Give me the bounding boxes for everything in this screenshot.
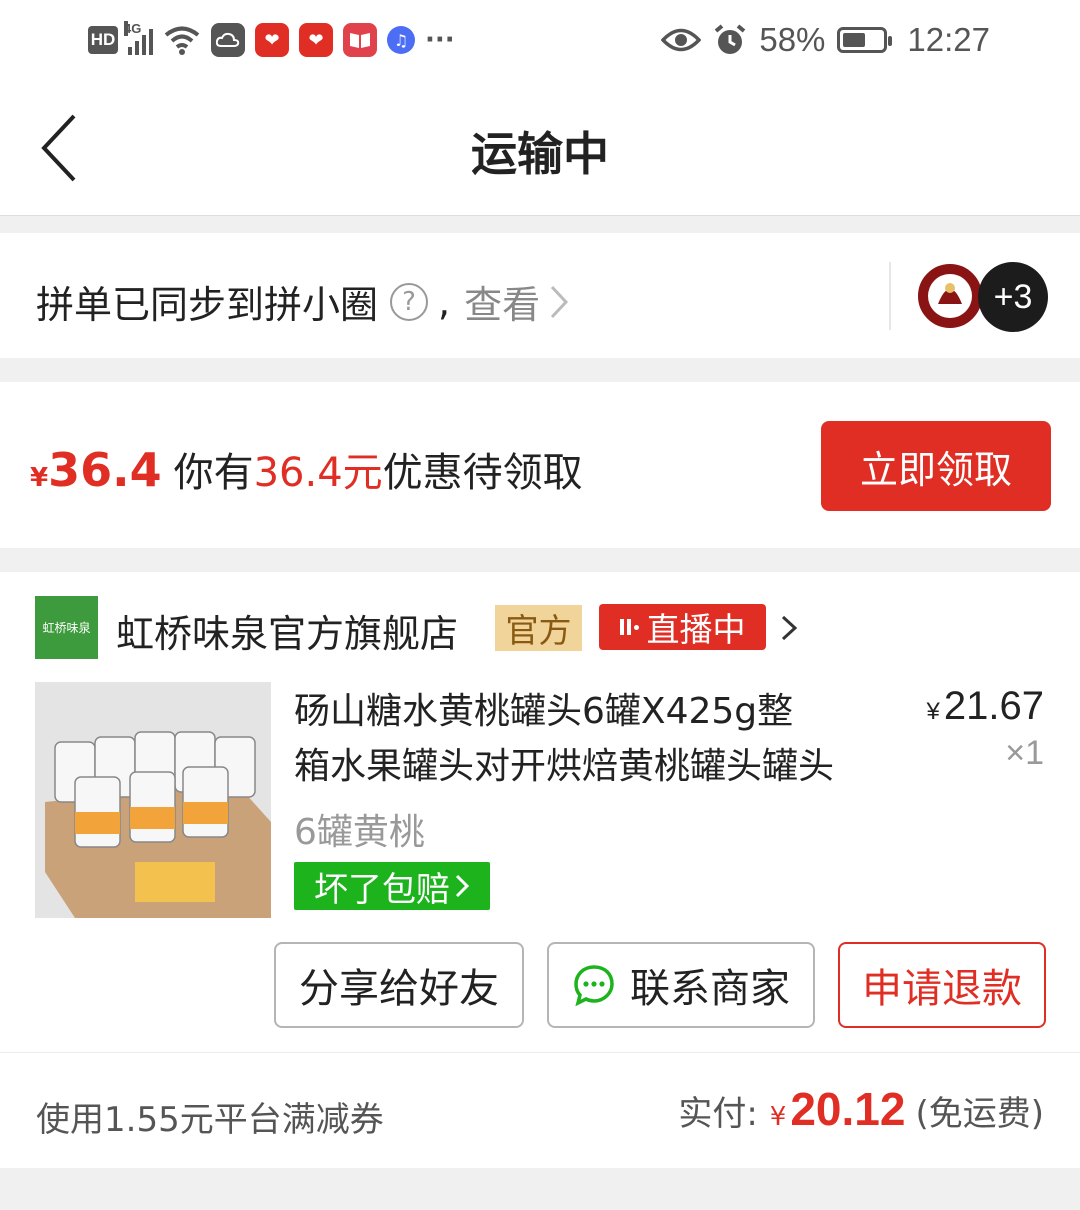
live-icon (619, 619, 639, 635)
battery-percent: 58% (759, 21, 826, 58)
coupon-currency: ¥ (30, 463, 49, 493)
page-title: 运输中 (471, 127, 609, 181)
network-type: 4G (124, 21, 142, 36)
hd-icon: HD (88, 26, 118, 54)
contact-seller-label: 联系商家 (630, 966, 790, 1012)
contact-seller-button[interactable]: 联系商家 (547, 942, 815, 1028)
cloud-icon (211, 23, 245, 57)
price-value: 21.67 (943, 684, 1044, 728)
help-icon[interactable]: ? (390, 282, 429, 321)
product-image[interactable] (35, 682, 271, 918)
shipping-note: (免运费) (915, 1094, 1044, 1134)
paid-value: 20.12 (790, 1083, 906, 1135)
product-quantity: ×1 (1005, 734, 1044, 772)
chevron-right-icon (551, 285, 569, 318)
product-title[interactable]: 砀山糖水黄桃罐头6罐X425g整 箱水果罐头对开烘焙黄桃罐头罐头 (294, 684, 864, 794)
avatar[interactable] (916, 262, 984, 330)
status-bar-right: 58% 12:27 (661, 18, 990, 62)
guarantee-label: 坏了包赔 (314, 869, 450, 910)
live-badge-label: 直播中 (646, 610, 746, 649)
view-link[interactable]: 查看 (464, 274, 540, 329)
cellular-signal-icon: 4G (124, 21, 153, 55)
share-button[interactable]: 分享给好友 (274, 942, 524, 1028)
status-bar-left: HD 4G ❤ ❤ ♫ ··· (88, 20, 455, 60)
official-badge: 官方 (495, 605, 582, 651)
battery-icon (837, 27, 893, 53)
wifi-icon (164, 26, 200, 55)
product-spec: 6罐黄桃 (294, 812, 425, 853)
product-title-line2: 箱水果罐头对开烘焙黄桃罐头罐头 (294, 746, 835, 787)
paid-amount: 实付: ¥ 20.12 (免运费) (678, 1082, 1044, 1136)
clock: 12:27 (907, 21, 990, 58)
sync-text: 拼单已同步到拼小圈 (36, 283, 379, 327)
live-badge[interactable]: 直播中 (599, 604, 766, 650)
alarm-icon (715, 24, 746, 54)
more-notifications-icon: ··· (425, 25, 455, 55)
shop-name[interactable]: 虹桥味泉官方旗舰店 (116, 603, 458, 658)
sync-message[interactable]: 拼单已同步到拼小圈 ? , 查看 (36, 274, 570, 329)
chevron-right-icon (455, 874, 470, 898)
request-refund-button[interactable]: 申请退款 (838, 942, 1046, 1028)
paid-label: 实付: (678, 1094, 758, 1134)
coupon-message: ¥ 36.4 你有 36.4元 优惠待领取 (30, 440, 583, 498)
chat-icon (574, 965, 614, 1007)
guarantee-badge[interactable]: 坏了包赔 (294, 862, 490, 910)
divider (0, 1052, 1080, 1053)
pinduoduo-icon: ❤ (299, 23, 333, 57)
product-price: ¥21.67 (927, 684, 1044, 729)
music-icon: ♫ (387, 26, 415, 54)
price-currency: ¥ (926, 698, 940, 725)
coupon-text-prefix: 你有 (173, 450, 254, 496)
avatar-more-count[interactable]: +3 (978, 262, 1048, 332)
divider (889, 262, 891, 330)
book-icon (343, 23, 377, 57)
product-title-line1: 砀山糖水黄桃罐头6罐X425g整 (294, 691, 794, 732)
claim-coupon-button[interactable]: 立即领取 (821, 421, 1051, 511)
coupon-amount: 36.4 (48, 443, 162, 497)
promo-text: 使用1.55元平台满减券 (36, 1100, 384, 1140)
pinduoduo-icon: ❤ (255, 23, 289, 57)
shop-logo[interactable]: 虹桥味泉 (35, 596, 98, 659)
eye-icon (661, 28, 702, 52)
paid-currency: ¥ (769, 1102, 787, 1132)
coupon-text-suffix: 优惠待领取 (382, 450, 583, 496)
coupon-text-amount: 36.4元 (253, 450, 383, 496)
chevron-right-icon[interactable] (780, 614, 798, 642)
comma: , (438, 279, 451, 324)
